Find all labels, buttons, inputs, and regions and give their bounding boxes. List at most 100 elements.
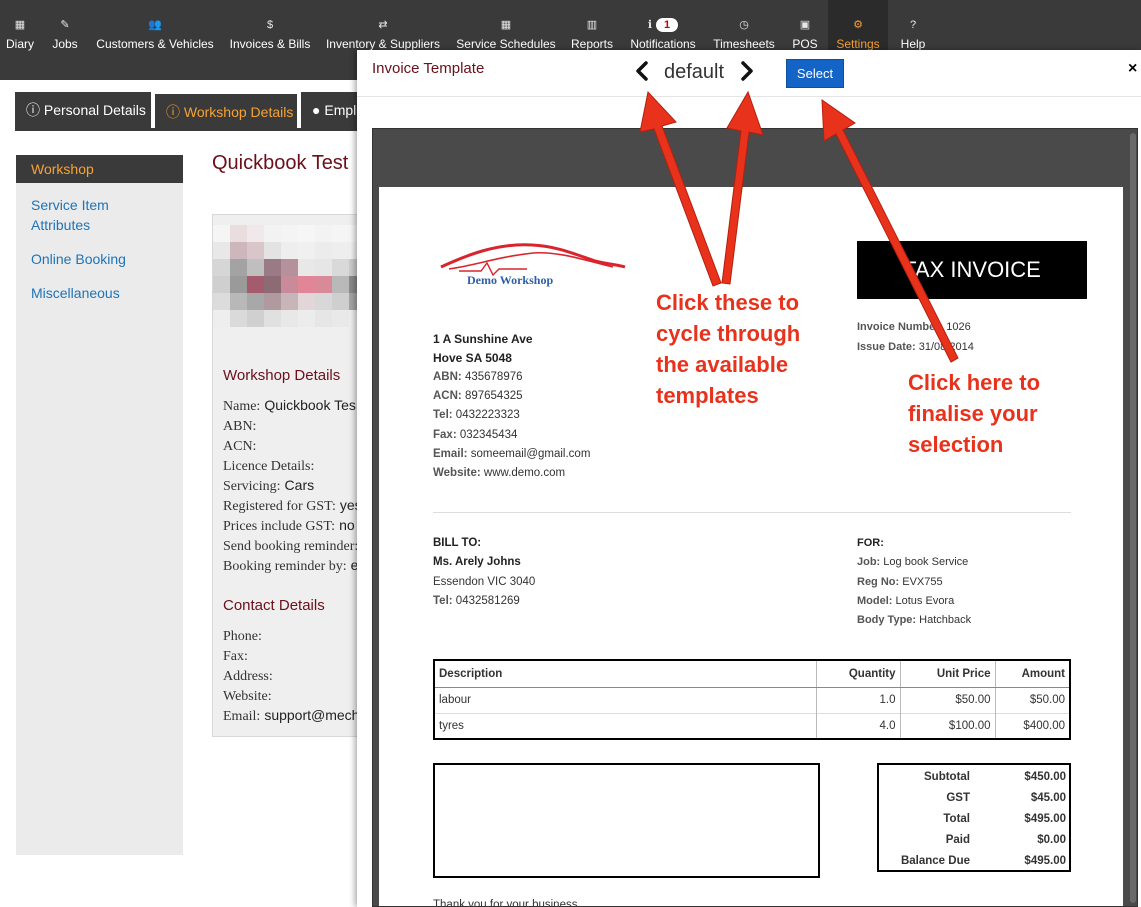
workshop-details-panel: Workshop Details Name: Quickbook Tes ABN:… [212, 214, 362, 737]
sidebar-item-online-booking[interactable]: Online Booking [16, 245, 183, 273]
detail-row-website: Website: [223, 687, 276, 705]
abn-label: ABN: [433, 371, 462, 383]
detail-row-reminder-by: Booking reminder by: e [223, 557, 358, 575]
acn-value: 897654325 [464, 390, 523, 402]
detail-label: ACN: [223, 439, 257, 454]
nav-label: Jobs [52, 37, 78, 51]
table-cell: $100.00 [899, 712, 995, 739]
column-header: Description [434, 660, 816, 688]
tel-label: Tel: [433, 409, 453, 421]
invoice-template-modal: Invoice Template default Select × Demo W… [357, 50, 1141, 907]
dollar-icon: $ [266, 19, 274, 31]
column-header: Quantity [815, 660, 900, 688]
contact-details-heading: Contact Details [223, 597, 325, 614]
workshop-logo-pixelated [213, 225, 361, 327]
workshop-tel: Tel: 0432223323 [433, 409, 520, 421]
for-reg: Reg No: EVX755 [857, 576, 943, 588]
nav-invoices-bills[interactable]: $ Invoices & Bills [228, 18, 312, 64]
job-value: Log book Service [883, 556, 969, 568]
annotation-cycle-templates: Click these to cycle through the availab… [656, 290, 801, 408]
workshop-abn: ABN: 435678976 [433, 371, 523, 383]
detail-label: Email: [223, 709, 261, 724]
preview-scrollbar[interactable] [1130, 133, 1136, 903]
email-value: someemail@gmail.com [470, 448, 591, 460]
users-icon: 👥 [148, 19, 162, 31]
tab-personal-details[interactable]: ⓘ Personal Details [15, 92, 151, 130]
calendar-icon: ▦ [500, 19, 512, 31]
tel-value: 0432223323 [455, 409, 520, 421]
gears-icon: ⚙ [853, 19, 863, 31]
tab-label: Personal Details [43, 102, 146, 118]
for-label: FOR: [857, 537, 884, 549]
template-name: default [664, 61, 725, 83]
divider [433, 512, 1071, 513]
workshop-address-1: 1 A Sunshine Ave [433, 332, 533, 346]
email-label: Email: [433, 448, 468, 460]
nav-customers-vehicles[interactable]: 👥 Customers & Vehicles [95, 18, 215, 64]
totals-row-subtotal: Subtotal $450.00 [882, 767, 1066, 788]
detail-label: ABN: [223, 419, 257, 434]
workshop-email: Email: someemail@gmail.com [433, 448, 590, 460]
thank-you-note: Thank you for your business [433, 899, 578, 907]
select-template-button[interactable]: Select [786, 59, 844, 88]
sidebar-item-miscellaneous[interactable]: Miscellaneous [16, 279, 183, 307]
nav-jobs[interactable]: ✎ Jobs [50, 18, 80, 64]
table-row: tyres 4.0 $100.00 $400.00 [434, 712, 1070, 739]
table-cell: $400.00 [994, 712, 1070, 739]
bill-tel-value: 0432581269 [455, 595, 520, 607]
page-title: Quickbook Test [212, 152, 349, 174]
info-icon: ⓘ [26, 102, 40, 118]
detail-row-fax: Fax: [223, 647, 252, 665]
table-cell: labour [434, 686, 816, 713]
invoice-number: 1026 [946, 321, 971, 333]
totals-box: Subtotal $450.00 GST $45.00 Total $495.00 P… [877, 763, 1071, 872]
for-model: Model: Lotus Evora [857, 595, 954, 607]
next-template-chevron-icon[interactable] [739, 61, 755, 81]
model-value: Lotus Evora [895, 595, 955, 607]
bill-to-name: Ms. Arely Johns [433, 556, 521, 568]
nav-label: Diary [5, 37, 34, 51]
body-value: Hatchback [919, 614, 972, 626]
detail-label: Licence Details: [223, 459, 315, 474]
notes-box [433, 763, 820, 878]
column-header: Unit Price [899, 660, 995, 688]
detail-label: Address: [223, 669, 273, 684]
bill-to-tel: Tel: 0432581269 [433, 595, 520, 607]
invoice-preview-frame[interactable]: Demo Workshop TAX INVOICE Invoice Number… [372, 128, 1138, 907]
settings-sidebar: Workshop Service Item Attributes Online … [16, 155, 183, 855]
issue-date: 31/08/2014 [918, 341, 974, 353]
previous-template-chevron-icon[interactable] [634, 61, 650, 81]
acn-label: ACN: [433, 390, 462, 402]
tab-employees[interactable]: ● Empl [301, 92, 360, 130]
total-value: $45.00 [1030, 792, 1066, 804]
question-icon: ? [909, 19, 917, 31]
annotation-finalise-selection: Click here to finalise your selection [908, 370, 1041, 457]
sidebar-item-service-item-attributes[interactable]: Service Item Attributes [16, 191, 126, 239]
body-label: Body Type: [857, 614, 917, 626]
table-row: labour 1.0 $50.00 $50.00 [434, 686, 1070, 713]
abn-value: 435678976 [464, 371, 523, 383]
bill-to-city: Essendon VIC 3040 [433, 576, 536, 588]
invoice-number-label: Invoice Number: [857, 321, 944, 333]
invoice-number-line: Invoice Number: 1026 [857, 321, 971, 333]
tab-label: Workshop Details [183, 104, 294, 120]
detail-row-servicing: Servicing: Cars [223, 477, 314, 495]
workshop-details-heading: Workshop Details [223, 367, 341, 384]
user-icon: ● [312, 102, 321, 118]
job-label: Job: [857, 556, 881, 568]
column-header: Amount [994, 660, 1070, 688]
notification-count-badge: 1 [656, 18, 679, 32]
total-value: $495.00 [1024, 855, 1066, 867]
close-icon[interactable]: × [1128, 60, 1137, 78]
sidebar-item-workshop[interactable]: Workshop [16, 155, 183, 183]
clock-icon: ◷ [739, 19, 749, 31]
issue-date-line: Issue Date: 31/08/2014 [857, 341, 974, 353]
total-label: GST [946, 792, 970, 804]
detail-value: Cars [284, 477, 315, 493]
detail-label: Name: [223, 399, 261, 414]
totals-row-paid: Paid $0.00 [882, 830, 1066, 851]
fax-value: 032345434 [459, 429, 518, 441]
nav-diary[interactable]: ▦ Diary [4, 18, 36, 64]
totals-row-total: Total $495.00 [882, 809, 1066, 830]
tab-workshop-details[interactable]: ⓘ Workshop Details [153, 92, 299, 130]
